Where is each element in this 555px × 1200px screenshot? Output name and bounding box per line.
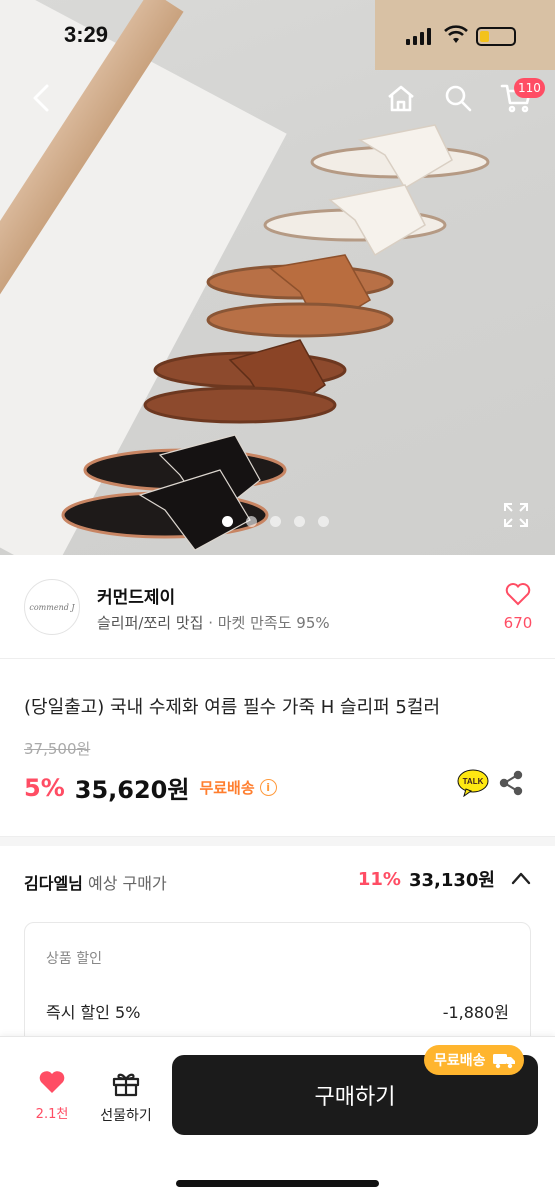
wifi-icon [444,25,468,49]
instant-discount-label: 즉시 할인 5% [46,1003,141,1022]
share-icon[interactable] [498,770,524,800]
cart-count-badge: 110 [514,78,545,98]
seller-subtitle: 슬리퍼/쪼리 맛집 · 마켓 만족도 95% [97,612,330,633]
like-button[interactable]: 2.1천 [24,1069,80,1122]
carousel-dot [222,516,233,527]
seller-like-count: 670 [503,614,533,632]
heart-filled-icon [39,1071,65,1093]
truck-icon [492,1054,515,1069]
product-title: (당일출고) 국내 수제화 여름 필수 가죽 H 슬리퍼 5컬러 [24,697,441,718]
discount-rate: 5% [24,773,65,802]
chevron-up-icon[interactable] [511,870,531,889]
top-navigation [0,72,555,126]
svg-text:TALK: TALK [463,777,484,786]
seller-avatar[interactable]: commend J [24,579,80,635]
free-shipping-badge: 무료배송 [424,1045,524,1075]
cellular-signal-icon [406,28,431,45]
free-shipping-badge-label: 무료배송 [434,1053,486,1069]
like-count: 2.1천 [35,1107,69,1122]
original-price: 37,500원 [24,740,91,758]
status-time: 3:29 [64,22,109,47]
bottom-action-bar: 2.1천 선물하기 구매하기 무료배송 [0,1036,555,1200]
seller-like-button[interactable]: 670 [498,582,538,632]
expected-price-row[interactable]: 김다엘님 예상 구매가 11% 33,130원 [0,846,555,916]
seller-info[interactable]: commend J 커먼드제이 슬리퍼/쪼리 맛집 · 마켓 만족도 95% 6… [0,555,555,659]
expected-discount-rate: 11% [357,868,401,890]
instant-discount-value: -1,880원 [442,1003,509,1022]
back-icon[interactable] [24,80,58,116]
slipper-black [61,434,287,551]
free-shipping-label: 무료배송 [199,779,255,797]
kakao-talk-icon[interactable]: TALK [457,769,489,798]
carousel-dot [318,516,329,527]
gift-button[interactable]: 선물하기 [88,1069,164,1125]
home-icon[interactable] [384,80,418,116]
expected-price-label: 김다엘님 예상 구매가 [24,870,167,894]
carousel-dot [246,516,257,527]
carousel-dot [270,516,281,527]
slipper-white [263,124,490,257]
sale-price: 35,620원 [74,776,190,804]
expected-price-value: 11% 33,130원 [358,866,531,892]
gift-label: 선물하기 [100,1108,152,1124]
breakdown-header: 상품 할인 [46,951,102,967]
user-name: 김다엘님 [24,874,83,893]
carousel-indicator [222,516,329,527]
heart-outline-icon [505,583,531,606]
home-indicator [176,1180,379,1187]
slipper-tan [206,254,394,338]
expected-price: 33,130원 [408,870,495,891]
carousel-dot [294,516,305,527]
section-divider [0,836,555,846]
seller-name[interactable]: 커먼드제이 [97,583,175,608]
price-row: 5% 35,620원 무료배송 i [24,770,277,805]
seller-category: 슬리퍼/쪼리 맛집 [97,614,204,632]
battery-icon [476,27,516,46]
expand-icon[interactable] [500,500,532,530]
search-icon[interactable] [441,80,475,116]
status-bar: 3:29 [0,0,555,72]
info-icon[interactable]: i [259,779,277,796]
seller-satisfaction: · 마켓 만족도 95% [203,614,330,632]
gift-icon [112,1073,140,1097]
expected-price-caption: 예상 구매가 [82,874,167,893]
slipper-brown [143,339,347,424]
